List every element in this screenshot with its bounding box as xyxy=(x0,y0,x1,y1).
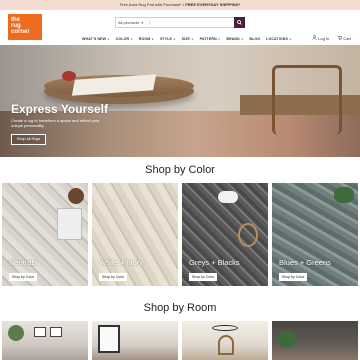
login-link[interactable]: Log In xyxy=(312,35,329,42)
shoe-image xyxy=(218,191,238,203)
color-tile-label: Neutrals xyxy=(9,258,37,267)
window-image xyxy=(98,325,120,353)
shop-all-rugs-button[interactable]: Shop all Rugs xyxy=(11,134,46,145)
book-image xyxy=(57,208,82,240)
search-input[interactable] xyxy=(152,18,234,27)
chevron-down-icon: ▼ xyxy=(151,38,154,41)
promo-banner: Free Area Rug Pad with Purchase* • FREE … xyxy=(0,0,360,10)
color-tile-white-ivory[interactable]: White + Ivory Shop by Color xyxy=(92,183,178,286)
chevron-down-icon: ▼ xyxy=(107,38,110,41)
site-logo[interactable]: the rug corner xyxy=(8,14,42,40)
color-tile-greys-blacks[interactable]: Greys + Blacks Shop by Color xyxy=(182,183,268,286)
chevron-down-icon: ▼ xyxy=(217,38,221,41)
search-icon xyxy=(237,20,242,25)
shop-by-color-title: Shop by Color xyxy=(145,164,215,176)
search-bar: All products ▼ xyxy=(115,17,245,28)
hero-subtitle: Create a rug to transform a space and re… xyxy=(11,118,100,128)
logo-line-3: corner xyxy=(11,29,30,35)
nav-label: BRAND xyxy=(226,37,240,41)
search-button[interactable] xyxy=(234,17,245,28)
wall-art-image xyxy=(34,327,46,337)
room-tile-living[interactable] xyxy=(182,321,268,360)
nav-label: LOCATIONS xyxy=(266,37,288,41)
chevron-down-icon: ▼ xyxy=(140,21,144,25)
promo-highlight: FREE EVERYDAY SHIPPING* xyxy=(185,2,241,7)
shop-by-color-button[interactable]: Shop by Color xyxy=(9,273,37,281)
nav-label: STYLE xyxy=(159,37,173,41)
nav-item-room[interactable]: ROOM▼ xyxy=(139,36,154,42)
chevron-down-icon: ▼ xyxy=(240,38,244,41)
cart-link[interactable]: Cart xyxy=(337,35,351,42)
shop-by-color-button[interactable]: Shop by Color xyxy=(189,273,217,281)
hero-chair xyxy=(272,65,342,135)
hero-banner xyxy=(0,45,360,157)
search-divider xyxy=(149,20,150,25)
shop-by-room-title: Shop by Room xyxy=(143,302,217,314)
hero-title: Express Yourself xyxy=(11,102,108,116)
chevron-down-icon: ▼ xyxy=(130,38,133,41)
nav-item-blog[interactable]: BLOG xyxy=(249,36,260,42)
chevron-down-icon: ▼ xyxy=(288,38,292,41)
plant-image xyxy=(278,331,296,347)
nav-label: BLOG xyxy=(249,37,261,41)
color-tile-neutrals[interactable]: Neutrals Shop by Color xyxy=(2,183,88,286)
shop-by-color-button[interactable]: Shop by Color xyxy=(99,273,127,281)
cart-label: Cart xyxy=(343,36,351,41)
nav-label: WHAT'S NEW xyxy=(82,37,107,41)
shop-by-color-button[interactable]: Shop by Color xyxy=(279,273,307,281)
nav-item-size[interactable]: SIZE▼ xyxy=(182,36,194,42)
nav-item-color[interactable]: COLOR▼ xyxy=(116,36,133,42)
cart-icon xyxy=(337,35,343,40)
user-icon xyxy=(312,35,317,40)
nav-item-locations[interactable]: LOCATIONS▼ xyxy=(266,36,291,42)
nav-item-pattern[interactable]: PATTERN▼ xyxy=(200,36,221,42)
chevron-down-icon: ▼ xyxy=(191,38,194,41)
plant-image xyxy=(334,187,354,203)
nav-label: PATTERN xyxy=(199,37,217,41)
room-tile-dining[interactable] xyxy=(92,321,178,360)
room-tile-bedroom[interactable] xyxy=(2,321,88,360)
account-area: Log In Cart xyxy=(312,35,351,42)
nav-item-brand[interactable]: BRAND▼ xyxy=(226,36,243,42)
color-tile-label: Greys + Blacks xyxy=(189,258,240,267)
color-tile-label: Blues + Greens xyxy=(279,258,331,267)
mirror-image xyxy=(218,335,234,355)
nav-item-whats-new[interactable]: WHAT'S NEW▼ xyxy=(82,36,110,42)
search-category-select[interactable]: All products ▼ xyxy=(118,18,144,27)
racket-image xyxy=(238,223,258,247)
search-category-label: All products xyxy=(118,20,139,25)
main-nav: WHAT'S NEW▼ COLOR▼ ROOM▼ STYLE▼ SIZE▼ PA… xyxy=(82,36,292,42)
color-tile-blues-greens[interactable]: Blues + Greens Shop by Color xyxy=(272,183,358,286)
promo-lead: Free Area Rug Pad with Purchase* xyxy=(119,2,182,7)
nav-label: COLOR xyxy=(115,37,130,41)
nav-label: ROOM xyxy=(138,37,151,41)
chandelier-image xyxy=(212,325,238,331)
chevron-down-icon: ▼ xyxy=(173,38,176,41)
color-tile-label: White + Ivory xyxy=(99,258,143,267)
nav-label: SIZE xyxy=(181,37,191,41)
vase-image xyxy=(68,188,84,204)
login-label: Log In xyxy=(318,36,330,41)
nav-item-style[interactable]: STYLE▼ xyxy=(160,36,176,42)
room-tile-kitchen[interactable] xyxy=(272,321,358,360)
plant-image xyxy=(8,325,24,341)
wall-art-image xyxy=(50,327,62,337)
